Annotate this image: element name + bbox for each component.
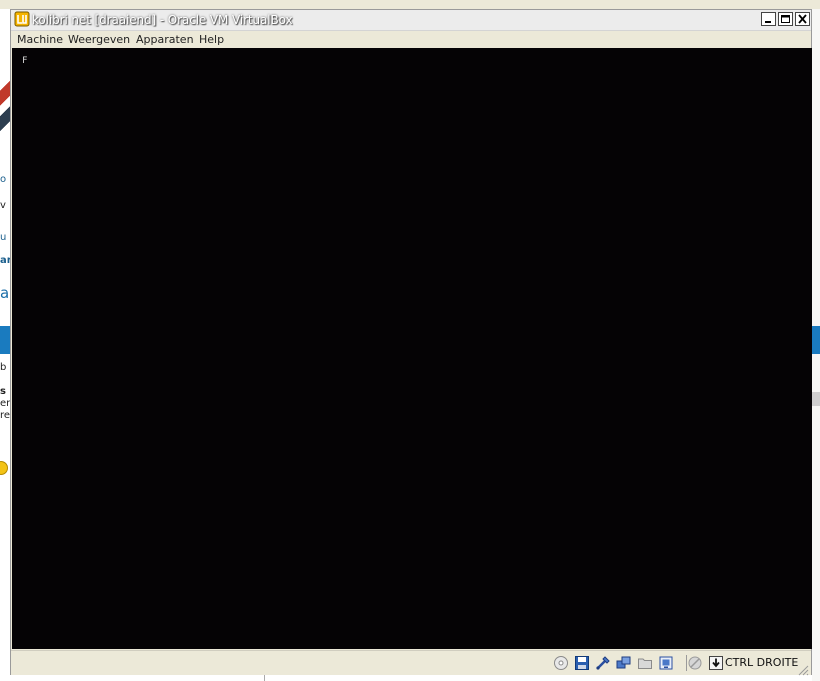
background-text-fragment: s bbox=[0, 386, 6, 397]
maximize-button[interactable] bbox=[778, 12, 793, 26]
vm-display[interactable]: F bbox=[12, 48, 812, 649]
background-text-fragment: o bbox=[0, 174, 7, 185]
shared-folders-icon[interactable] bbox=[637, 655, 653, 671]
virtualbox-vm-window[interactable]: kolibri net [draaiend] - Oracle VM Virtu… bbox=[10, 9, 812, 676]
optical-drive-icon[interactable] bbox=[553, 655, 569, 671]
virtualbox-app-icon[interactable] bbox=[14, 11, 30, 27]
usb-icon[interactable] bbox=[595, 655, 611, 671]
close-button[interactable] bbox=[795, 12, 810, 26]
window-titlebar[interactable]: kolibri net [draaiend] - Oracle VM Virtu… bbox=[11, 10, 811, 31]
status-bar: CTRL DROITE bbox=[11, 650, 811, 676]
background-text-fragment: u bbox=[0, 232, 7, 243]
window-title: kolibri net [draaiend] - Oracle VM Virtu… bbox=[32, 13, 293, 27]
host-key-label: CTRL DROITE bbox=[725, 656, 799, 669]
mouse-integration-icon[interactable] bbox=[687, 655, 703, 671]
display-icon[interactable] bbox=[658, 655, 674, 671]
vm-screen-text: F bbox=[22, 56, 28, 66]
menu-apparaten[interactable]: Apparaten bbox=[136, 33, 194, 47]
menu-weergeven[interactable]: Weergeven bbox=[68, 33, 130, 47]
minimize-button[interactable] bbox=[761, 12, 776, 26]
background-text-fragment: b bbox=[0, 362, 7, 373]
background-text-fragment: a bbox=[0, 284, 10, 302]
host-key-icon[interactable] bbox=[708, 655, 724, 671]
resize-grip-icon[interactable] bbox=[797, 661, 809, 676]
menu-help[interactable]: Help bbox=[199, 33, 224, 47]
background-blue-bar bbox=[812, 326, 820, 354]
menu-bar: Machine Weergeven Apparaten Help bbox=[11, 31, 811, 48]
background-text-fragment: er bbox=[0, 398, 11, 409]
background-gray-block bbox=[812, 392, 820, 406]
background-text-fragment: re bbox=[0, 410, 11, 421]
floppy-disk-icon[interactable] bbox=[574, 655, 590, 671]
background-text-fragment: v bbox=[0, 200, 6, 211]
menu-machine[interactable]: Machine bbox=[17, 33, 63, 47]
network-icon[interactable] bbox=[616, 655, 632, 671]
